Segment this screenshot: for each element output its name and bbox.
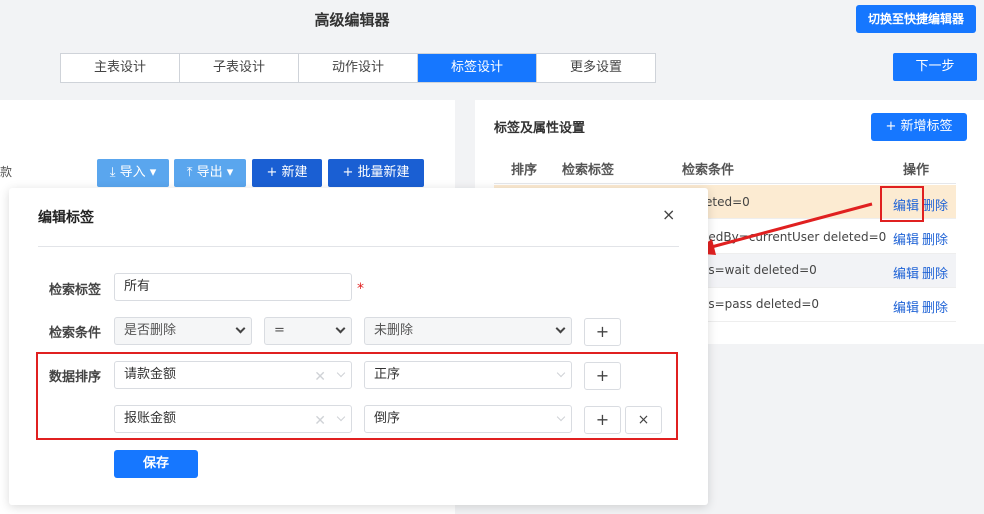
chevron-down-icon [555,323,566,334]
clear-icon[interactable]: ✕ [314,364,326,390]
close-icon[interactable]: × [662,205,675,224]
chevron-down-icon [336,412,346,422]
chevron-down-icon [556,368,566,378]
save-button[interactable]: 保存 [114,450,198,478]
sort-direction-select[interactable]: 倒序 [364,405,572,433]
remove-sort-button[interactable]: × [625,406,662,434]
chevron-down-icon [235,323,246,334]
dialog-divider [38,246,679,247]
condition-label: 检索条件 [49,326,102,341]
sort-field-select[interactable]: 请款金额 ✕ [114,361,352,389]
condition-value-select[interactable]: 未删除 [364,317,572,345]
sort-direction-select[interactable]: 正序 [364,361,572,389]
sort-label: 数据排序 [49,370,102,385]
search-tag-label: 检索标签 [49,283,102,298]
search-tag-input[interactable]: 所有 [114,273,352,301]
dialog-title: 编辑标签 [38,210,94,226]
add-sort-button[interactable]: + [584,362,621,390]
add-condition-button[interactable]: + [584,318,621,346]
required-mark: * [357,281,364,297]
clear-icon[interactable]: ✕ [314,408,326,434]
condition-field-select[interactable]: 是否删除 [114,317,252,345]
sort-field-select[interactable]: 报账金额 ✕ [114,405,352,433]
chevron-down-icon [336,368,346,378]
add-sort-button[interactable]: + [584,406,621,434]
chevron-down-icon [556,412,566,422]
chevron-down-icon [335,323,346,334]
condition-operator-select[interactable]: = [264,317,352,345]
